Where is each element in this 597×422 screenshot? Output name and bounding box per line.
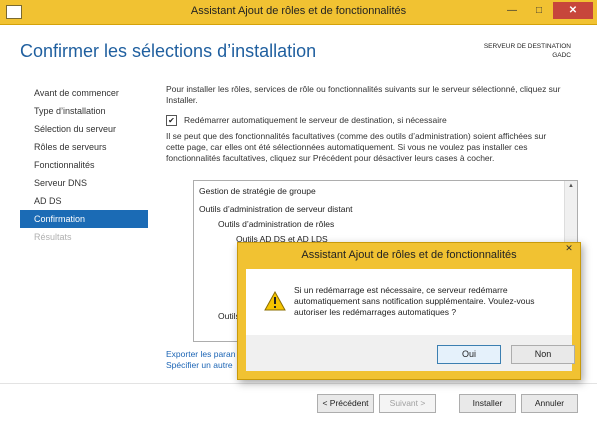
nav-item-roles-serveurs[interactable]: Rôles de serveurs: [20, 138, 148, 156]
dialog-body: Si un redémarrage est nécessaire, ce ser…: [246, 269, 575, 371]
info-text: Il se peut que des fonctionnalités facul…: [166, 131, 576, 164]
dialog-message-line: automatiquement sans notification supplé…: [294, 296, 535, 306]
destination-value: GADC: [552, 52, 571, 59]
destination-label: SERVEUR DE DESTINATION: [483, 43, 571, 50]
restart-confirm-dialog: Assistant Ajout de rôles et de fonctionn…: [237, 242, 581, 380]
nav-item-resultats: Résultats: [34, 232, 72, 242]
nav-item-ad-ds[interactable]: AD DS: [20, 192, 148, 210]
links: Exporter les paran Spécifier un autre: [166, 349, 235, 371]
wizard-nav: Avant de commencer Type d’installation S…: [20, 84, 148, 246]
list-item: Outils d’administration de rôles: [218, 219, 335, 229]
dialog-close-button[interactable]: ✕: [562, 243, 576, 255]
nav-item-selection-serveur[interactable]: Sélection du serveur: [20, 120, 148, 138]
no-button[interactable]: Non: [511, 345, 575, 364]
yes-button[interactable]: Oui: [437, 345, 501, 364]
dialog-message-line: Si un redémarrage est nécessaire, ce ser…: [294, 285, 508, 295]
maximize-button[interactable]: □: [526, 2, 552, 19]
nav-item-confirmation[interactable]: Confirmation: [20, 210, 148, 228]
title-bar: Assistant Ajout de rôles et de fonctionn…: [0, 0, 597, 25]
page-title: Confirmer les sélections d’installation: [20, 41, 317, 61]
list-item: Outils d’administration de serveur dista…: [199, 204, 353, 214]
nav-item-type-installation[interactable]: Type d’installation: [20, 102, 148, 120]
cancel-button[interactable]: Annuler: [521, 394, 578, 413]
footer-divider: [0, 383, 597, 384]
nav-item-avant-de-commencer[interactable]: Avant de commencer: [20, 84, 148, 102]
intro-line: Pour installer les rôles, services de rô…: [166, 84, 561, 94]
scroll-up-icon[interactable]: ▲: [568, 183, 574, 189]
list-item: Gestion de stratégie de groupe: [199, 186, 316, 196]
dialog-footer: Oui Non: [246, 335, 575, 371]
dialog-title: Assistant Ajout de rôles et de fonctionn…: [301, 249, 517, 261]
destination-server: SERVEUR DE DESTINATION GADC: [484, 42, 571, 60]
restart-label[interactable]: Redémarrer automatiquement le serveur de…: [184, 115, 447, 126]
dialog-message: Si un redémarrage est nécessaire, ce ser…: [294, 285, 562, 318]
alternate-source-link[interactable]: Spécifier un autre: [166, 360, 235, 371]
intro-line: Installer.: [166, 95, 198, 105]
nav-item-fonctionnalites[interactable]: Fonctionnalités: [20, 156, 148, 174]
restart-option[interactable]: ✔ Redémarrer automatiquement le serveur …: [166, 115, 447, 126]
intro-text: Pour installer les rôles, services de rô…: [166, 84, 576, 106]
info-line: cette page, car elles ont été sélectionn…: [166, 142, 528, 152]
content-area: Pour installer les rôles, services de rô…: [166, 84, 576, 163]
minimize-button[interactable]: —: [499, 2, 525, 19]
info-line: fonctionnalités facultatives, cliquez su…: [166, 153, 495, 163]
install-button[interactable]: Installer: [459, 394, 516, 413]
nav-item-serveur-dns[interactable]: Serveur DNS: [20, 174, 148, 192]
restart-checkbox[interactable]: ✔: [166, 115, 177, 126]
export-settings-link[interactable]: Exporter les paran: [166, 349, 235, 360]
info-line: Il se peut que des fonctionnalités facul…: [166, 131, 547, 141]
close-button[interactable]: ✕: [553, 2, 593, 19]
previous-button[interactable]: < Précédent: [317, 394, 374, 413]
next-button: Suivant >: [379, 394, 436, 413]
dialog-message-line: autoriser les redémarrages automatiques …: [294, 307, 457, 317]
warning-icon: [264, 291, 286, 311]
